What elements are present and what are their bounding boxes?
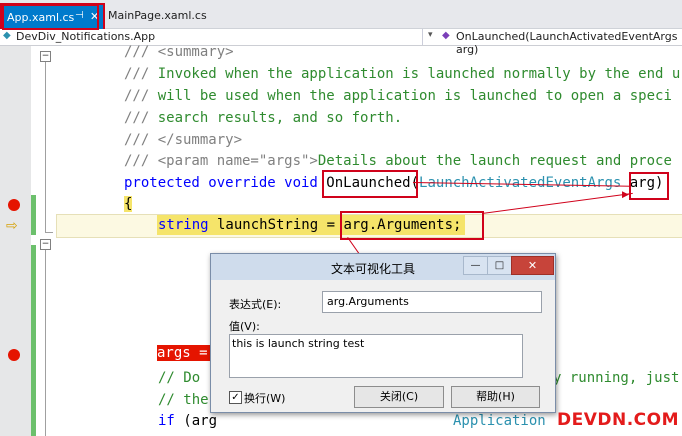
comment-text: will be used when the application is lau… bbox=[157, 88, 672, 104]
comment-tag: /// <param name="args"> bbox=[124, 153, 318, 169]
change-indicator bbox=[31, 245, 36, 436]
dialog-close-button[interactable]: ✕ bbox=[511, 256, 554, 275]
comment-text: search results, and so forth. bbox=[157, 110, 403, 126]
value-label: 值(V): bbox=[229, 320, 260, 333]
code-line: // Do bbox=[158, 370, 209, 386]
code-line: // the bbox=[158, 392, 209, 408]
dropdown-arrow-icon[interactable]: ▾ bbox=[428, 30, 433, 40]
maximize-button[interactable]: □ bbox=[487, 256, 512, 275]
comment-text: Invoked when the application is launched… bbox=[157, 66, 681, 82]
method-icon: ◆ bbox=[442, 30, 450, 41]
code-line: args = bbox=[157, 345, 217, 361]
code-line: /// will be used when the application is… bbox=[124, 88, 672, 104]
annotation-box bbox=[629, 172, 669, 200]
navbar-divider bbox=[422, 29, 423, 45]
help-button[interactable]: 帮助(H) bbox=[451, 386, 540, 408]
code-line: /// </summary> bbox=[124, 132, 243, 148]
collapse-icon[interactable]: − bbox=[40, 51, 51, 62]
tab-mainpage-xaml-cs[interactable]: MainPage.xaml.cs bbox=[108, 9, 207, 22]
wrap-label: 换行(W) bbox=[244, 392, 286, 405]
keyword: string bbox=[158, 217, 209, 233]
outline-line-end bbox=[45, 232, 53, 233]
code-line: Application bbox=[453, 413, 546, 429]
text-visualizer-dialog: 文本可视化工具 — □ ✕ 表达式(E): arg.Arguments 值(V)… bbox=[210, 253, 556, 413]
minimize-button[interactable]: — bbox=[463, 256, 488, 275]
instruction-pointer-icon: ⇨ bbox=[6, 218, 18, 234]
code-text: launchString = bbox=[208, 217, 344, 233]
member-selector[interactable]: OnLaunched(LaunchActivatedEventArgs arg) bbox=[456, 30, 682, 56]
navigation-bar: ◆ DevDiv_Notifications.App ▾ ◆ OnLaunche… bbox=[0, 29, 682, 56]
code-line: y running, just bbox=[553, 370, 680, 386]
code-line: /// Invoked when the application is laun… bbox=[124, 66, 681, 82]
value-textarea[interactable]: this is launch string test bbox=[229, 334, 523, 378]
class-selector[interactable]: DevDiv_Notifications.App bbox=[16, 30, 155, 43]
code-line: { bbox=[124, 196, 133, 212]
watermark: DEVDN.COM bbox=[556, 410, 679, 430]
code-line: /// <summary> bbox=[124, 44, 234, 60]
annotation-connector bbox=[482, 192, 633, 214]
arrow-head-icon: ▶ bbox=[622, 190, 629, 200]
dialog-titlebar[interactable]: 文本可视化工具 — □ ✕ bbox=[211, 254, 555, 280]
code-line: /// <param name="args">Details about the… bbox=[124, 153, 672, 169]
document-tab-bar: App.xaml.cs ⊣ ✕ MainPage.xaml.cs bbox=[0, 0, 682, 32]
keyword: protected override void bbox=[124, 175, 327, 191]
breakpoint-icon[interactable] bbox=[8, 199, 20, 211]
breakpoint-icon[interactable] bbox=[8, 349, 20, 361]
annotation-box bbox=[322, 170, 418, 198]
expression-label: 表达式(E): bbox=[229, 298, 282, 311]
expression-field[interactable]: arg.Arguments bbox=[322, 291, 542, 313]
change-indicator bbox=[31, 195, 36, 235]
outline-line bbox=[45, 62, 46, 232]
class-icon: ◆ bbox=[3, 30, 11, 41]
annotation-box bbox=[340, 211, 484, 240]
outline-line bbox=[45, 250, 46, 436]
close-button[interactable]: 关闭(C) bbox=[354, 386, 444, 408]
code-line: /// search results, and so forth. bbox=[124, 110, 403, 126]
collapse-icon[interactable]: − bbox=[40, 239, 51, 250]
wrap-checkbox[interactable]: ✓ bbox=[229, 391, 242, 404]
indicator-margin[interactable] bbox=[0, 46, 31, 436]
dialog-title: 文本可视化工具 bbox=[331, 262, 416, 276]
code-line: if (arg bbox=[158, 413, 218, 429]
comment-text: Details about the launch request and pro… bbox=[317, 153, 672, 169]
annotation-box bbox=[2, 4, 99, 30]
